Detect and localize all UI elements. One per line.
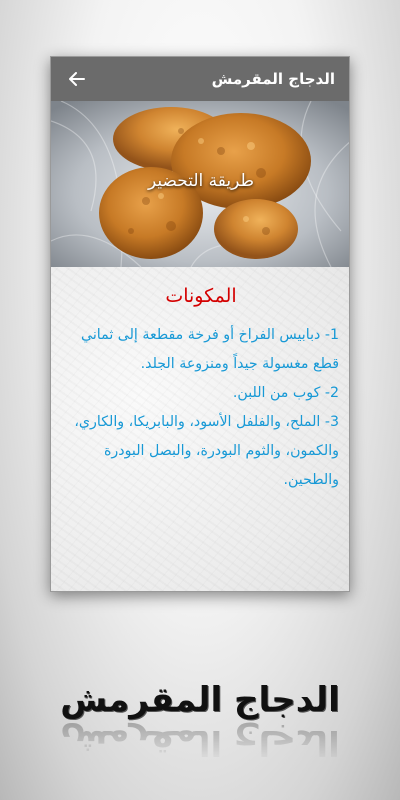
hero-caption: طريقة التحضير [147, 171, 255, 191]
ingredient-item: 3- الملح، والفلفل الأسود، والبابريكا، وا… [74, 414, 339, 488]
promo-title-reflection: الدجاج المقرمش [60, 722, 340, 762]
recipe-content: المكونات 1- دبابيس الفراخ أو فرخة مقطعة … [51, 267, 349, 591]
back-button[interactable] [65, 67, 89, 91]
ingredient-item: 1- دبابيس الفراخ أو فرخة مقطعة إلى ثماني… [81, 327, 339, 372]
ingredient-item: 2- كوب من اللبن. [232, 385, 339, 401]
app-bar: الدجاج المقرمش [51, 57, 349, 101]
phone-screen: الدجاج المقرمش طريقة التحضير المكونات 1-… [50, 56, 350, 592]
arrow-left-icon [69, 72, 85, 86]
app-title: الدجاج المقرمش [211, 70, 335, 88]
hero-image: طريقة التحضير [51, 101, 349, 267]
promo-title: الدجاج المقرمش [60, 680, 340, 720]
ingredients-heading: المكونات [165, 285, 237, 307]
